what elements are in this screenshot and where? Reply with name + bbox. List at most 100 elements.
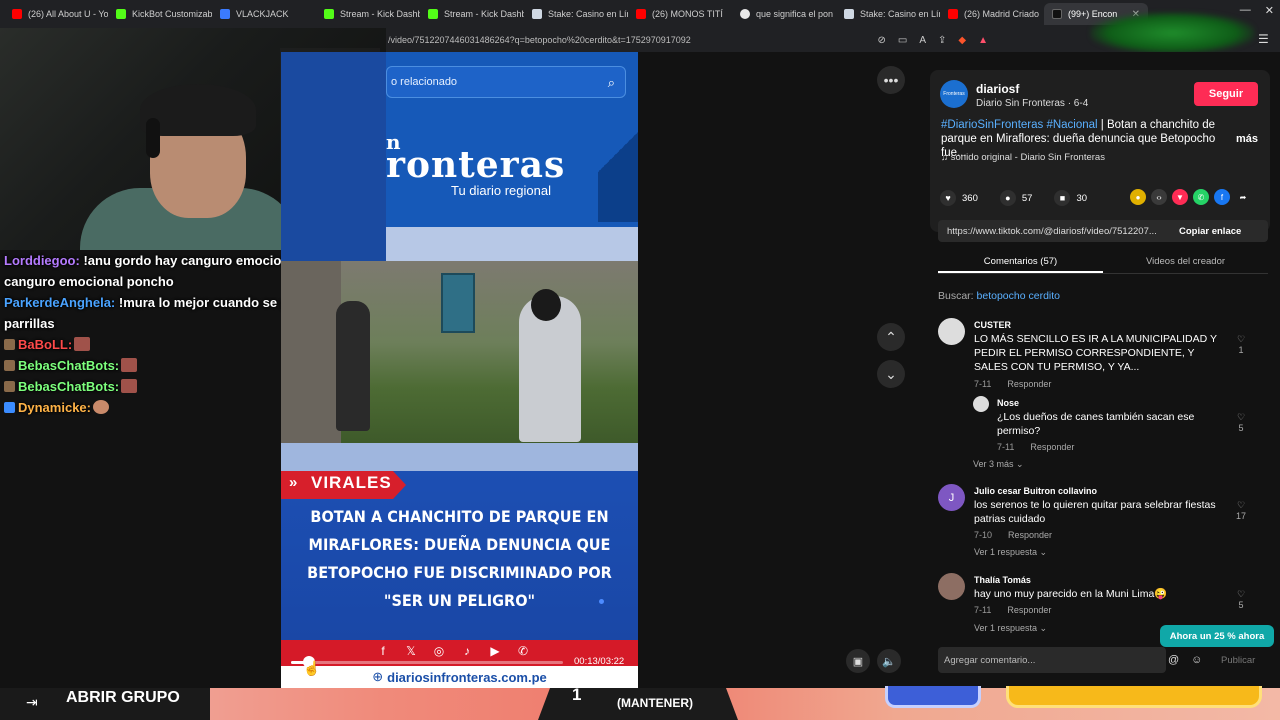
search-query[interactable]: betopocho cerdito bbox=[977, 290, 1060, 302]
video-player[interactable]: o relacionado ⌕ n ronteras Tu diario regi… bbox=[281, 52, 638, 688]
mention-icon[interactable]: @ bbox=[1168, 654, 1179, 666]
chevron-down-icon[interactable]: ⌄ bbox=[877, 360, 905, 388]
browser-tab[interactable]: Stake: Casino en Lín bbox=[836, 3, 940, 25]
comment-avatar[interactable]: J bbox=[938, 484, 965, 511]
comment-action[interactable]: ● 57 bbox=[999, 190, 1033, 206]
forward-icon[interactable]: ➦ bbox=[1235, 189, 1251, 205]
reply-button[interactable]: Responder bbox=[1007, 605, 1051, 615]
sound-label[interactable]: ♫ sonido original - Diario Sin Fronteras bbox=[941, 152, 1105, 163]
comment-user[interactable]: Julio cesar Buitron collavino bbox=[974, 486, 1097, 496]
miniplayer-icon[interactable]: ▣ bbox=[846, 649, 870, 673]
video-link[interactable]: https://www.tiktok.com/@diariosf/video/7… bbox=[938, 226, 1173, 237]
promo-badge[interactable]: Ahora un 25 % ahora bbox=[1160, 625, 1274, 647]
comment-input[interactable]: Agregar comentario... bbox=[938, 647, 1166, 673]
youtube-icon bbox=[12, 9, 22, 19]
browser-tab[interactable]: Stream - Kick Dashb bbox=[316, 3, 420, 25]
browser-tab[interactable]: Stake: Casino en Lín bbox=[524, 3, 628, 25]
comment-like[interactable]: ♡ 5 bbox=[1234, 412, 1248, 433]
rewards-icon[interactable]: ▲ bbox=[978, 35, 988, 46]
browser-tab[interactable]: (26) Madrid Criado bbox=[940, 3, 1044, 25]
video-progress-bar[interactable] bbox=[291, 661, 563, 664]
comment-like[interactable]: ♡ 1 bbox=[1234, 334, 1248, 355]
view-replies[interactable]: Ver 1 respuesta ⌄ bbox=[974, 623, 1047, 634]
url-text[interactable]: /video/7512207446031486264?q=betopocho%2… bbox=[386, 35, 877, 45]
view-more-replies[interactable]: Ver 3 más ⌄ bbox=[973, 459, 1024, 470]
author-name[interactable]: diariosf bbox=[976, 82, 1019, 96]
author-avatar[interactable]: Fronteras bbox=[940, 80, 968, 108]
browser-tab[interactable]: (26) All About U - Yo bbox=[4, 3, 108, 25]
comment-avatar[interactable] bbox=[938, 318, 965, 345]
browser-tab[interactable]: VLACKJACK bbox=[212, 3, 316, 25]
post-card: Fronteras diariosf Diario Sin Fronteras … bbox=[930, 70, 1270, 232]
send-icon[interactable]: ▼ bbox=[1172, 189, 1188, 205]
tab-creator-videos[interactable]: Videos del creador bbox=[1103, 250, 1268, 273]
comment-text: LO MÁS SENCILLO ES IR A LA MUNICIPALIDAD… bbox=[974, 333, 1217, 373]
tab-label: (26) Madrid Criado bbox=[964, 9, 1040, 19]
link-box: https://www.tiktok.com/@diariosf/video/7… bbox=[938, 220, 1268, 242]
brave-shield-icon[interactable]: ◆ bbox=[958, 35, 966, 46]
save-count: 30 bbox=[1076, 192, 1088, 204]
heart-outline-icon: ♡ bbox=[1236, 412, 1246, 422]
browser-tab[interactable]: KickBot Customizabl bbox=[108, 3, 212, 25]
comment-user[interactable]: Thalía Tomás bbox=[974, 575, 1031, 585]
reply-button[interactable]: Responder bbox=[1007, 379, 1051, 389]
like-action[interactable]: ♥ 360 bbox=[940, 190, 978, 206]
view-replies[interactable]: Ver 1 respuesta ⌄ bbox=[974, 547, 1047, 558]
comment-user[interactable]: Nose bbox=[997, 398, 1019, 408]
comment-reply: Nose ¿Los dueños de canes también sacan … bbox=[938, 396, 1258, 476]
comment-avatar[interactable] bbox=[973, 396, 989, 412]
instagram-icon: ◎ bbox=[433, 644, 445, 658]
whatsapp-icon[interactable]: ✆ bbox=[1193, 189, 1209, 205]
site-icon bbox=[220, 9, 230, 19]
heart-outline-icon: ♡ bbox=[1236, 334, 1246, 344]
screen-icon[interactable]: ▭ bbox=[898, 35, 907, 46]
more-options-icon[interactable]: ••• bbox=[877, 66, 905, 94]
share-icon[interactable]: ⇪ bbox=[938, 35, 946, 46]
comment-user[interactable]: CUSTER bbox=[974, 320, 1011, 330]
comment-meta: 7-11 Responder bbox=[997, 442, 1074, 452]
browser-tab[interactable]: (26) MONOS TITÍ bbox=[628, 3, 732, 25]
browser-tab[interactable]: Stream - Kick Dashb bbox=[420, 3, 524, 25]
comment: CUSTER LO MÁS SENCILLO ES IR A LA MUNICI… bbox=[938, 318, 1258, 390]
chevron-up-icon[interactable]: ⌃ bbox=[877, 323, 905, 351]
emote-icon bbox=[121, 379, 138, 393]
double-chevron-icon: » bbox=[289, 474, 298, 491]
comment-like[interactable]: ♡ 17 bbox=[1234, 500, 1248, 521]
tab-comments[interactable]: Comentarios (57) bbox=[938, 250, 1103, 273]
tab-label: Stream - Kick Dashb bbox=[340, 9, 420, 19]
embed-icon[interactable]: ‹› bbox=[1151, 189, 1167, 205]
comment-date: 7-11 bbox=[974, 379, 992, 389]
heart-outline-icon: ♡ bbox=[1236, 589, 1246, 599]
reply-button[interactable]: Responder bbox=[1008, 530, 1052, 540]
hashtags[interactable]: #DiarioSinFronteras #Nacional bbox=[941, 119, 1098, 131]
coin-icon[interactable]: ● bbox=[1130, 189, 1146, 205]
publish-button[interactable]: Publicar bbox=[1221, 655, 1255, 666]
comment-meta: 7-11 Responder bbox=[974, 379, 1051, 389]
menu-icon[interactable]: ☰ bbox=[1258, 32, 1269, 46]
emote-icon bbox=[74, 337, 91, 351]
comment-avatar[interactable] bbox=[938, 573, 965, 600]
search-label: Buscar: bbox=[938, 290, 977, 302]
tiktok-icon: ♪ bbox=[464, 644, 470, 658]
close-window-icon[interactable]: ✕ bbox=[1265, 4, 1274, 17]
translate-icon[interactable]: A bbox=[919, 35, 926, 46]
reply-button[interactable]: Responder bbox=[1030, 442, 1074, 452]
emoji-icon[interactable]: ☺ bbox=[1191, 654, 1202, 666]
facebook-icon[interactable]: f bbox=[1214, 189, 1230, 205]
comment-count: 57 bbox=[1021, 192, 1033, 204]
no-tracking-icon[interactable]: ⊘ bbox=[877, 35, 885, 46]
comment-like[interactable]: ♡ 5 bbox=[1234, 589, 1248, 610]
copy-link-button[interactable]: Copiar enlace bbox=[1173, 226, 1241, 237]
browser-tab[interactable]: que significa el pon bbox=[732, 3, 836, 25]
chat-username: Lorddiegoo: bbox=[4, 253, 80, 268]
comment-search[interactable]: Buscar: betopocho cerdito bbox=[938, 290, 1060, 302]
volume-icon[interactable]: 🔈 bbox=[877, 649, 901, 673]
photo-tree bbox=[281, 261, 341, 443]
more-link[interactable]: más bbox=[1236, 133, 1258, 145]
tab-label: KickBot Customizabl bbox=[132, 9, 212, 19]
save-action[interactable]: ■ 30 bbox=[1054, 190, 1087, 206]
panel-tabs: Comentarios (57) Videos del creador bbox=[938, 250, 1268, 274]
follow-button[interactable]: Seguir bbox=[1194, 82, 1258, 106]
badge-icon bbox=[4, 381, 15, 392]
tab-label: Stream - Kick Dashb bbox=[444, 9, 524, 19]
